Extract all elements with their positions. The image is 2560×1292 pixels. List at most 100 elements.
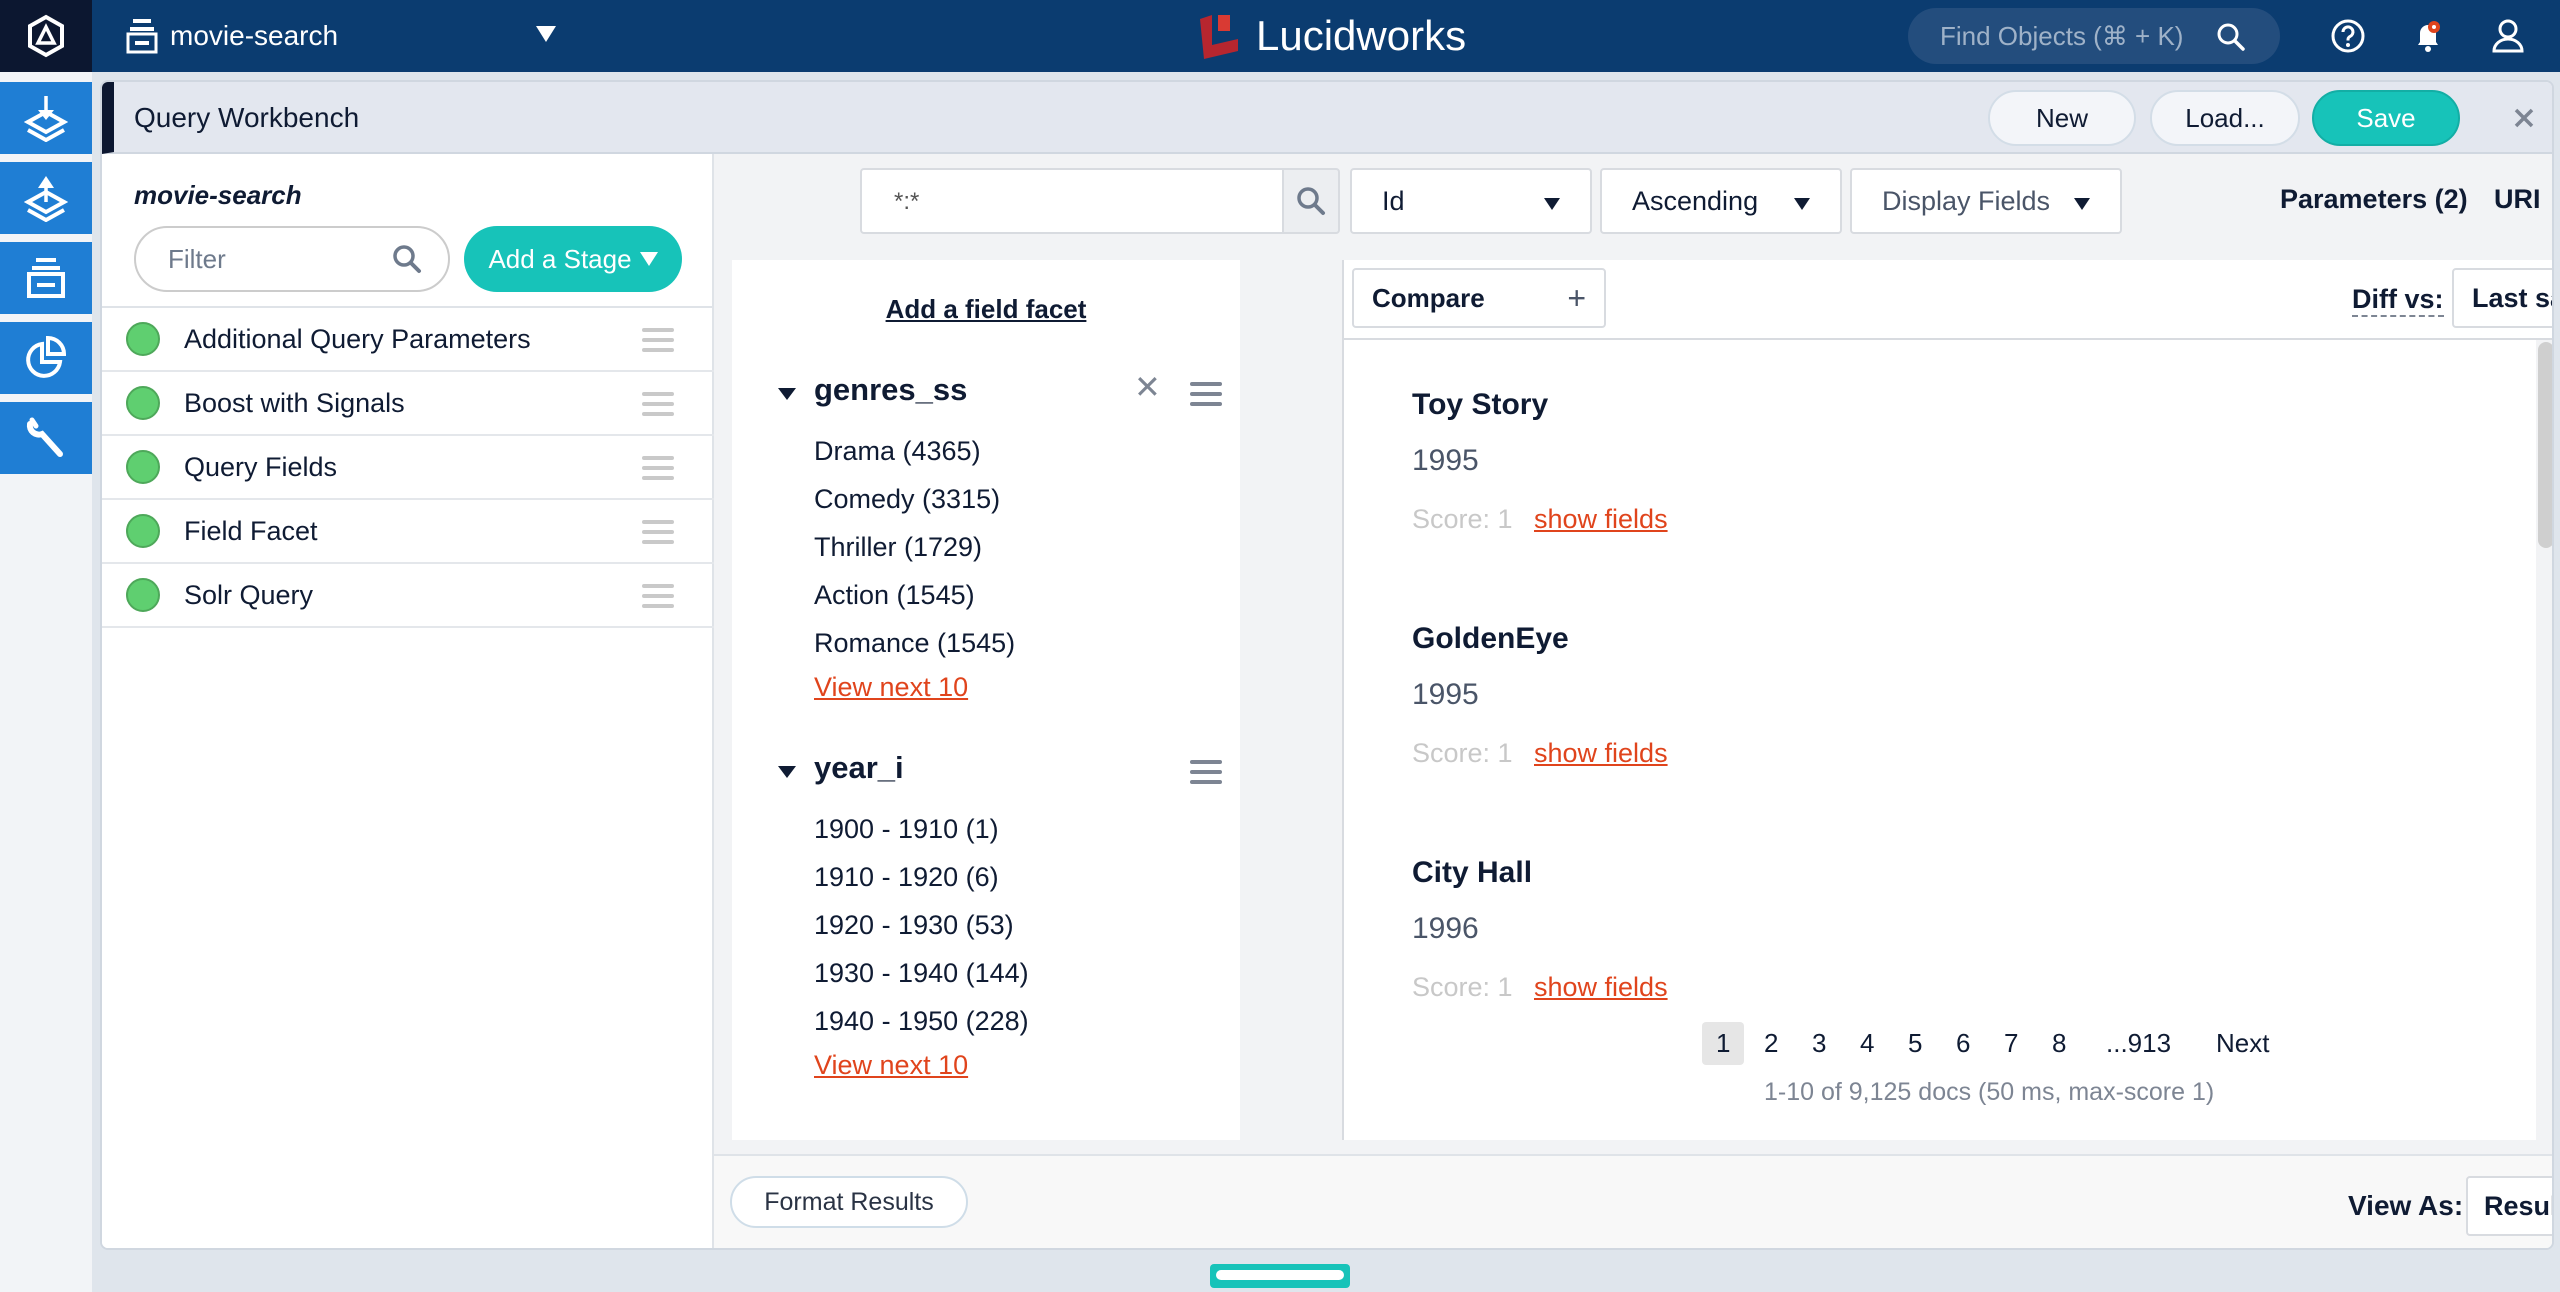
add-stage-button[interactable]: Add a Stage [464, 226, 682, 292]
show-fields-link[interactable]: show fields [1534, 972, 1668, 1003]
rail-analytics[interactable] [0, 322, 92, 394]
format-results-button[interactable]: Format Results [730, 1176, 968, 1228]
facet-value[interactable]: 1940 - 1950 (228) [814, 1006, 1029, 1037]
view-next-link[interactable]: View next 10 [814, 672, 968, 703]
compare-button[interactable]: Compare + [1352, 268, 1606, 328]
uri-tab[interactable]: URI [2494, 184, 2541, 215]
collapse-caret-icon[interactable] [778, 388, 796, 400]
display-fields-select[interactable]: Display Fields [1850, 168, 2122, 234]
facet-value[interactable]: 1900 - 1910 (1) [814, 814, 999, 845]
add-field-facet-link[interactable]: Add a field facet [732, 294, 1240, 325]
page-4[interactable]: 4 [1860, 1028, 1874, 1059]
query-search-button[interactable] [1282, 168, 1340, 234]
chevron-down-icon [536, 26, 556, 42]
app-icon [126, 19, 158, 54]
facet-value[interactable]: 1920 - 1930 (53) [814, 910, 1014, 941]
facet-menu-icon[interactable] [1190, 382, 1222, 412]
caret-down-icon [1794, 198, 1810, 210]
close-icon[interactable] [2508, 102, 2540, 134]
facet-menu-icon[interactable] [1190, 760, 1222, 790]
page-1[interactable]: 1 [1702, 1022, 1745, 1065]
facet-value[interactable]: Thriller (1729) [814, 532, 982, 563]
diff-vs-select[interactable]: Last save [2452, 268, 2552, 328]
top-navigation-bar: movie-search Lucidworks Find Objects (⌘ … [0, 0, 2560, 72]
stage-enabled-indicator[interactable] [126, 450, 160, 484]
page-2[interactable]: 2 [1764, 1028, 1778, 1059]
stage-item[interactable]: Boost with Signals [102, 372, 714, 436]
stage-filter-input[interactable]: Filter [134, 226, 450, 292]
notifications-bell-icon[interactable] [2410, 18, 2446, 54]
find-objects-search[interactable]: Find Objects (⌘ + K) [1908, 8, 2280, 64]
page-7[interactable]: 7 [2004, 1028, 2018, 1059]
stage-enabled-indicator[interactable] [126, 322, 160, 356]
facet-value[interactable]: 1910 - 1920 (6) [814, 862, 999, 893]
divider [1344, 338, 2552, 340]
user-profile-icon[interactable] [2490, 18, 2526, 54]
page-last[interactable]: ...913 [2106, 1028, 2171, 1059]
sort-field-value: Id [1382, 185, 1405, 216]
left-rail [0, 72, 92, 1292]
doc-title: Toy Story [1412, 388, 1549, 421]
facet-title: genres_ss [814, 372, 968, 407]
rail-collections[interactable] [0, 242, 92, 314]
fusion-logo-icon [28, 14, 64, 58]
stage-item[interactable]: Solr Query [102, 564, 714, 628]
caret-down-icon [1544, 198, 1560, 210]
page-6[interactable]: 6 [1956, 1028, 1970, 1059]
facet-value[interactable]: Romance (1545) [814, 628, 1015, 659]
facet-value[interactable]: Comedy (3315) [814, 484, 1000, 515]
add-stage-label: Add a Stage [488, 243, 632, 274]
results-summary: 1-10 of 9,125 docs (50 ms, max-score 1) [1764, 1078, 2215, 1106]
help-icon[interactable] [2330, 18, 2366, 54]
facet-value[interactable]: Action (1545) [814, 580, 975, 611]
stage-enabled-indicator[interactable] [126, 578, 160, 612]
drag-handle-icon[interactable] [642, 392, 674, 416]
stage-enabled-indicator[interactable] [126, 514, 160, 548]
remove-facet-icon[interactable]: ✕ [1134, 368, 1161, 406]
layers-download-icon [24, 96, 68, 142]
compare-label: Compare [1372, 282, 1485, 313]
page-8[interactable]: 8 [2052, 1028, 2066, 1059]
stage-item[interactable]: Field Facet [102, 500, 714, 564]
next-page-link[interactable]: Next [2216, 1028, 2269, 1059]
page-3[interactable]: 3 [1812, 1028, 1826, 1059]
rail-system[interactable] [0, 402, 92, 474]
query-results-area: *:* Id Ascending Display Fields Paramete… [714, 154, 2552, 1248]
caret-down-icon [2074, 198, 2090, 210]
show-fields-link[interactable]: show fields [1534, 738, 1668, 769]
drag-handle-icon[interactable] [642, 584, 674, 608]
results-scrollbar-thumb[interactable] [2538, 342, 2552, 548]
logo-text: Lucidworks [1256, 12, 1467, 59]
rail-query-workbench[interactable] [0, 162, 92, 234]
stage-item[interactable]: Query Fields [102, 436, 714, 500]
doc-year: 1995 [1412, 678, 1479, 711]
sort-order-select[interactable]: Ascending [1600, 168, 1842, 234]
home-button[interactable] [0, 0, 92, 72]
new-button[interactable]: New [1988, 90, 2136, 146]
stage-item[interactable]: Additional Query Parameters [102, 308, 714, 372]
page-5[interactable]: 5 [1908, 1028, 1922, 1059]
view-next-link[interactable]: View next 10 [814, 1050, 968, 1081]
rail-index-workbench[interactable] [0, 82, 92, 154]
query-input[interactable]: *:* [860, 168, 1284, 234]
save-button[interactable]: Save [2312, 90, 2460, 146]
facet-value[interactable]: 1930 - 1940 (144) [814, 958, 1029, 989]
pie-chart-icon [26, 336, 67, 378]
facet-value[interactable]: Drama (4365) [814, 436, 981, 467]
drag-handle-icon[interactable] [642, 520, 674, 544]
stage-enabled-indicator[interactable] [126, 386, 160, 420]
load-button[interactable]: Load... [2150, 90, 2300, 146]
sort-field-select[interactable]: Id [1350, 168, 1592, 234]
layers-upload-icon [24, 176, 68, 222]
show-fields-link[interactable]: show fields [1534, 504, 1668, 535]
stage-label: Additional Query Parameters [184, 323, 531, 354]
wrench-icon [26, 417, 63, 457]
view-as-select[interactable]: Results [2466, 1176, 2552, 1236]
drag-handle-icon[interactable] [642, 328, 674, 352]
app-selector[interactable]: movie-search [126, 0, 556, 72]
search-icon [393, 245, 421, 273]
parameters-tab[interactable]: Parameters (2) [2280, 184, 2468, 215]
panel-resize-handle[interactable] [1210, 1264, 1350, 1288]
drag-handle-icon[interactable] [642, 456, 674, 480]
collapse-caret-icon[interactable] [778, 766, 796, 778]
